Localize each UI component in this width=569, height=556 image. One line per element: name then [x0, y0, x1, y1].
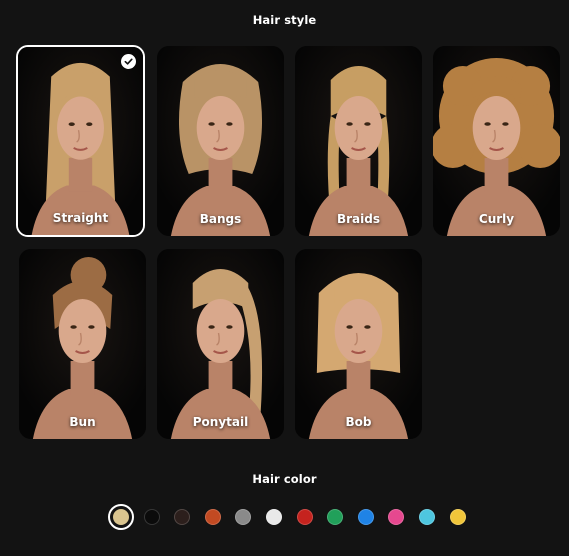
hair-style-card-straight[interactable]: Straight — [16, 45, 145, 237]
hair-style-label: Curly — [478, 212, 515, 226]
color-swatch-black[interactable] — [143, 509, 160, 525]
color-swatch-gray[interactable] — [235, 509, 252, 525]
color-swatch-blue[interactable] — [357, 509, 374, 525]
color-swatch-red[interactable] — [296, 509, 313, 525]
portrait-image — [433, 46, 560, 236]
hair-style-label: Straight — [52, 211, 109, 225]
hair-style-card-ponytail[interactable]: Ponytail — [157, 249, 284, 439]
portrait-image — [295, 46, 422, 236]
portrait-image — [19, 249, 146, 439]
hair-style-card-bun[interactable]: Bun — [19, 249, 146, 439]
hair-style-label: Braids — [336, 212, 380, 226]
color-swatch-pink[interactable] — [388, 509, 405, 525]
color-swatch-auburn[interactable] — [204, 509, 221, 525]
hair-color-swatches — [0, 504, 569, 531]
hair-style-label: Bangs — [199, 212, 242, 226]
portrait-image — [295, 249, 422, 439]
hair-editor-panel: Hair style Straight Bangs Braids Curly B… — [0, 0, 569, 556]
hair-style-title: Hair style — [252, 13, 317, 27]
portrait-image — [18, 47, 143, 235]
hair-style-card-bob[interactable]: Bob — [295, 249, 422, 439]
portrait-image — [157, 46, 284, 236]
hair-color-title: Hair color — [252, 472, 317, 486]
checkmark-icon — [121, 54, 136, 69]
color-swatch-blonde[interactable] — [108, 504, 134, 530]
color-swatch-cyan[interactable] — [419, 509, 435, 525]
color-swatch-white[interactable] — [266, 509, 282, 525]
hair-style-label: Ponytail — [192, 415, 249, 429]
hair-style-card-bangs[interactable]: Bangs — [157, 46, 284, 236]
hair-style-card-curly[interactable]: Curly — [433, 46, 560, 236]
hair-style-label: Bob — [345, 415, 372, 429]
color-swatch-yellow[interactable] — [449, 509, 466, 525]
hair-style-card-braids[interactable]: Braids — [295, 46, 422, 236]
color-swatch-green[interactable] — [327, 509, 344, 525]
portrait-image — [157, 249, 284, 439]
hair-style-label: Bun — [69, 415, 96, 429]
color-swatch-dark-brown[interactable] — [174, 509, 191, 525]
